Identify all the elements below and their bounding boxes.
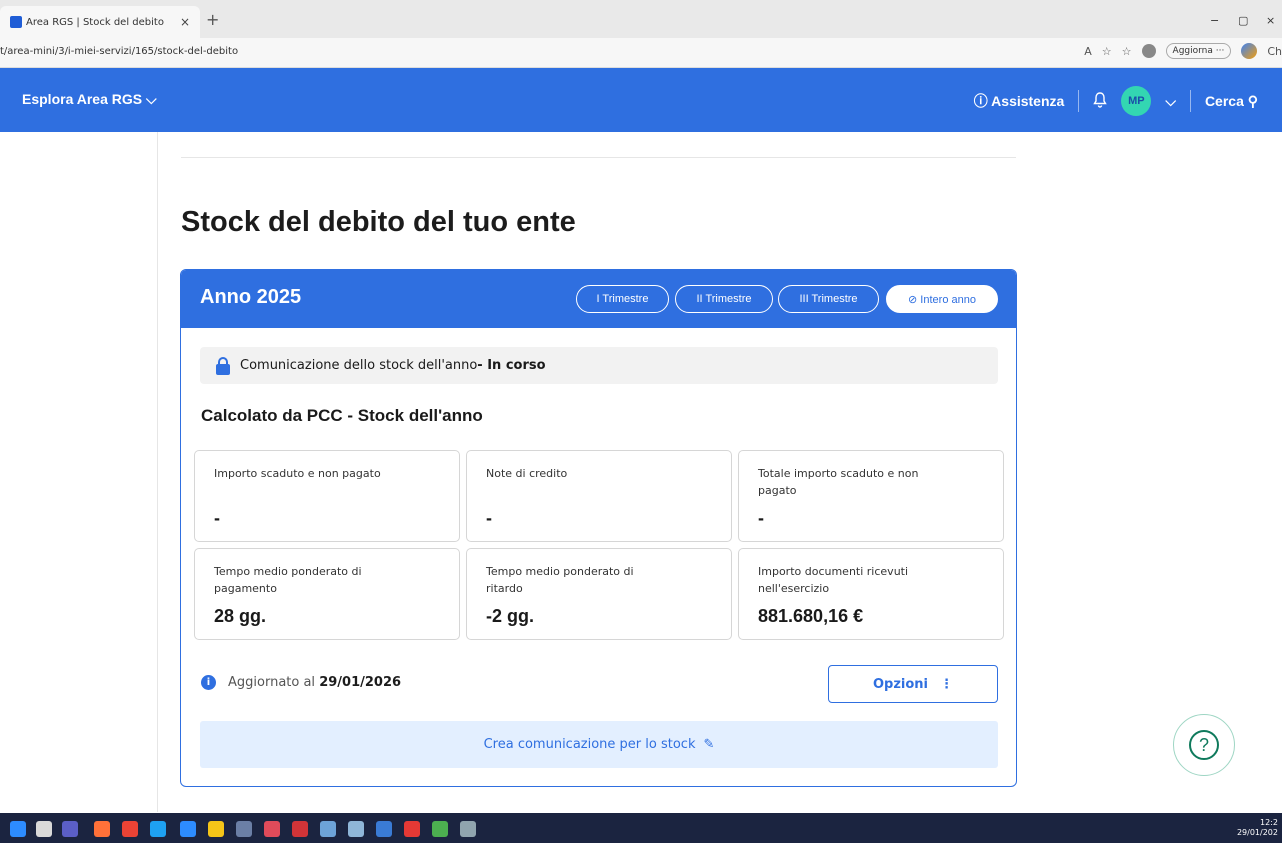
metric-value: 881.680,16 €	[758, 606, 864, 626]
app-header: Esplora Area RGS ⌵ ⓘ Assistenza MP ⌵ Cer…	[0, 68, 1282, 132]
browser-tabbar: Area RGS | Stock del debito × + − ▢ ×	[0, 0, 1282, 38]
clock-date: 29/01/202	[1236, 828, 1278, 837]
app-icon[interactable]	[320, 821, 336, 837]
last-updated: i Aggiornato al 29/01/2026	[201, 675, 401, 690]
metric-box: Importo documenti ricevuti nell'esercizi…	[738, 548, 1004, 640]
status-text: Comunicazione dello stock dell'anno	[240, 358, 478, 373]
metric-label: Tempo medio ponderato di pagamento	[214, 565, 362, 595]
create-label: Crea comunicazione per lo stock	[483, 737, 696, 752]
maximize-button[interactable]: ▢	[1238, 14, 1248, 27]
chrome-icon[interactable]	[122, 821, 138, 837]
teams-chat-icon[interactable]	[180, 821, 196, 837]
metric-box: Importo scaduto e non pagato -	[194, 450, 460, 542]
minimize-button[interactable]: −	[1210, 14, 1219, 27]
rgs-favicon-icon	[10, 16, 22, 28]
profile-icon[interactable]	[1141, 44, 1156, 58]
options-button[interactable]: Opzioni ⋮	[828, 665, 998, 703]
close-window-button[interactable]: ×	[1266, 14, 1275, 27]
browser-tab[interactable]: Area RGS | Stock del debito ×	[0, 6, 200, 38]
tab-title: Area RGS | Stock del debito	[26, 16, 164, 28]
metric-value: -	[214, 508, 220, 528]
metric-box: Tempo medio ponderato di ritardo -2 gg.	[466, 548, 732, 640]
new-tab-button[interactable]: +	[206, 10, 219, 29]
tab-intero-anno[interactable]: ⊘ Intero anno	[886, 285, 998, 313]
bell-icon[interactable]	[1093, 91, 1108, 111]
tab-ii-trimestre[interactable]: II Trimestre	[675, 285, 773, 313]
edge-icon[interactable]	[150, 821, 166, 837]
create-communication-button[interactable]: Crea comunicazione per lo stock ✎	[200, 721, 998, 768]
year-title: Anno 2025	[200, 286, 302, 308]
metric-label: Totale importo scaduto e non pagato	[758, 467, 919, 497]
app-icon[interactable]	[376, 821, 392, 837]
metric-box: Note di credito -	[466, 450, 732, 542]
windows-taskbar: 12:2 29/01/202	[0, 813, 1282, 843]
app-icon[interactable]	[432, 821, 448, 837]
options-label: Opzioni	[872, 676, 929, 692]
header-divider	[1078, 90, 1080, 112]
search-button[interactable]: Cerca ⚲	[1205, 93, 1258, 110]
status-banner: Comunicazione dello stock dell'anno - In…	[200, 347, 998, 384]
address-bar-actions: A ☆ ☆ Aggiorna ··· Ch	[1084, 43, 1282, 59]
metric-label: Note di credito	[486, 467, 568, 480]
question-mark-icon: ?	[1189, 730, 1219, 760]
updated-prefix: Aggiornato al	[228, 675, 316, 690]
kebab-menu-icon: ⋮	[940, 676, 954, 692]
tab-i-trimestre[interactable]: I Trimestre	[576, 285, 669, 313]
card-header: Anno 2025 I Trimestre II Trimestre III T…	[181, 270, 1016, 328]
info-icon: i	[201, 675, 216, 690]
firefox-icon[interactable]	[94, 821, 110, 837]
favorites-icon[interactable]: ☆	[1122, 45, 1132, 58]
content-divider	[181, 157, 1016, 158]
tab-close-icon[interactable]: ×	[180, 15, 190, 29]
read-aloud-icon[interactable]: A	[1084, 45, 1092, 58]
metric-label: Importo documenti ricevuti nell'esercizi…	[758, 565, 909, 595]
lock-icon	[216, 356, 230, 375]
header-actions: ⓘ Assistenza MP ⌵ Cerca ⚲	[974, 86, 1258, 116]
metric-box: Totale importo scaduto e non pagato -	[738, 450, 1004, 542]
task-view-icon[interactable]	[36, 821, 52, 837]
assistance-link[interactable]: ⓘ Assistenza	[974, 91, 1065, 111]
update-button[interactable]: Aggiorna ···	[1165, 43, 1232, 59]
updated-date: 29/01/2026	[319, 675, 402, 690]
metric-label: Importo scaduto e non pagato	[214, 467, 381, 480]
app-icon[interactable]	[460, 821, 476, 837]
explore-menu-button[interactable]: Esplora Area RGS ⌵	[22, 91, 157, 108]
metric-value: -	[758, 508, 764, 528]
page-title: Stock del debito del tuo ente	[181, 206, 576, 238]
file-explorer-icon[interactable]	[208, 821, 224, 837]
start-icon[interactable]	[10, 821, 26, 837]
sidebar-divider	[157, 132, 158, 812]
header-divider	[1189, 90, 1191, 112]
chevron-down-icon[interactable]: ⌵	[1165, 93, 1176, 110]
calculator-icon[interactable]	[236, 821, 252, 837]
copilot-icon[interactable]	[1241, 43, 1258, 59]
section-title: Calcolato da PCC - Stock dell'anno	[201, 406, 483, 425]
status-badge: - In corso	[477, 358, 546, 373]
app-icon[interactable]	[264, 821, 280, 837]
metric-value: 28 gg.	[214, 606, 267, 626]
copilot-label[interactable]: Ch	[1267, 45, 1282, 58]
metric-box: Tempo medio ponderato di pagamento 28 gg…	[194, 548, 460, 640]
app-icon[interactable]	[292, 821, 308, 837]
pdf-icon[interactable]	[404, 821, 420, 837]
system-clock[interactable]: 12:2 29/01/202	[1237, 818, 1278, 838]
address-bar: t/area-mini/3/i-miei-servizi/165/stock-d…	[0, 38, 1282, 68]
favorite-star-icon[interactable]: ☆	[1102, 45, 1112, 58]
tab-iii-trimestre[interactable]: III Trimestre	[778, 285, 879, 313]
metric-label: Tempo medio ponderato di ritardo	[486, 565, 634, 595]
app-icon[interactable]	[348, 821, 364, 837]
avatar[interactable]: MP	[1121, 86, 1152, 116]
clock-time: 12:2	[1260, 818, 1278, 827]
metric-value: -2 gg.	[486, 606, 534, 626]
edit-icon: ✎	[703, 737, 715, 752]
help-button[interactable]: ?	[1173, 714, 1235, 776]
metric-value: -	[486, 508, 492, 528]
teams-icon[interactable]	[62, 821, 78, 837]
stock-card: Anno 2025 I Trimestre II Trimestre III T…	[180, 269, 1017, 787]
url-field[interactable]: t/area-mini/3/i-miei-servizi/165/stock-d…	[0, 46, 238, 57]
